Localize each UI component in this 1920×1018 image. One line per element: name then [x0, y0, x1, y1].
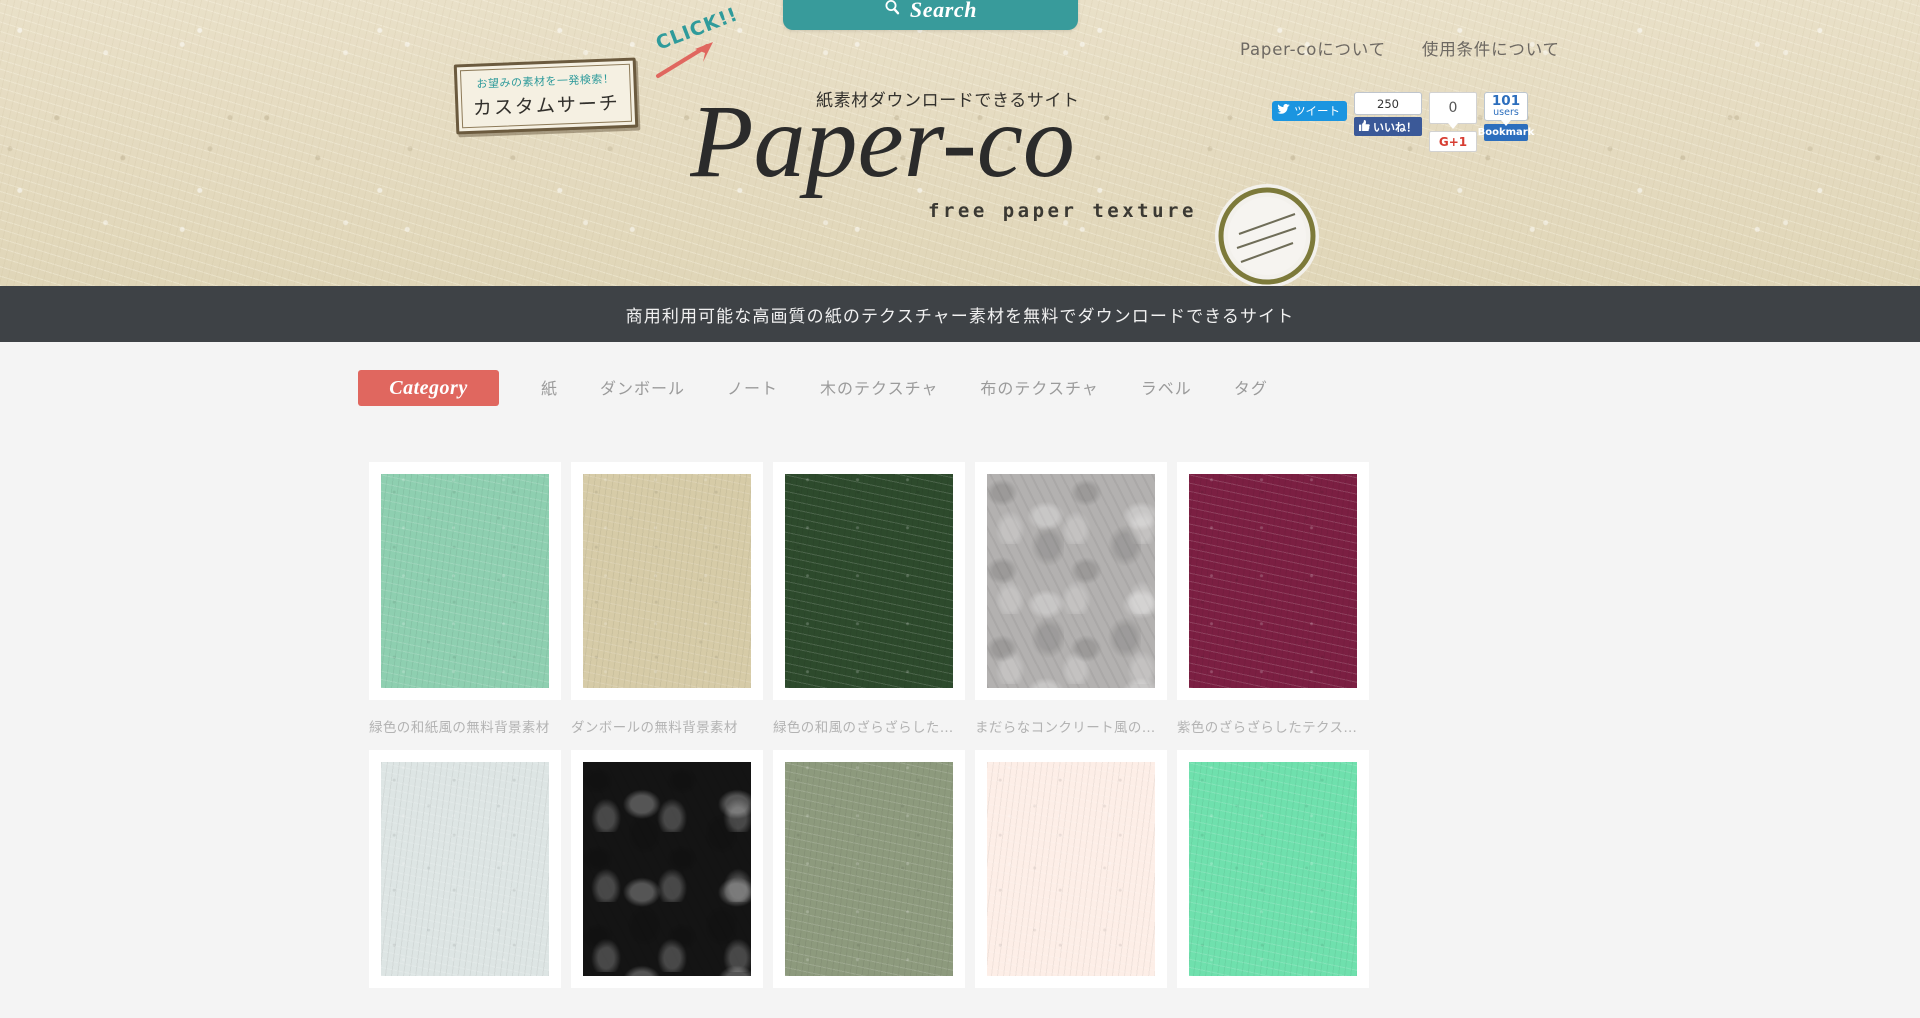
texture-thumbnail	[381, 762, 549, 976]
hatena-count-number: 101	[1485, 94, 1527, 108]
arrow-icon	[655, 36, 721, 85]
tagline-banner: 商用利用可能な高画質の紙のテクスチャー素材を無料でダウンロードできるサイト	[0, 286, 1920, 342]
category-bar: Category 紙 ダンボール ノート 木のテクスチャ 布のテクスチャ ラベル…	[0, 370, 1920, 410]
custom-search-box[interactable]: お望みの素材を一発検索！ カスタムサーチ	[454, 58, 639, 135]
header-nav: Paper-coについて 使用条件について	[1240, 36, 1560, 60]
texture-caption: まだらなコンクリート風の…	[975, 716, 1167, 736]
google-plus-count: 0	[1429, 92, 1477, 124]
category-label-pill[interactable]: Category	[358, 370, 499, 406]
texture-thumbnail	[1189, 762, 1357, 976]
site-header: Search CLICK!! お望みの素材を一発検索！ カスタムサーチ 紙素材ダ…	[0, 0, 1920, 286]
category-item-tag[interactable]: タグ	[1213, 375, 1289, 399]
texture-card-frame	[773, 750, 965, 988]
texture-thumbnail	[785, 762, 953, 976]
svg-text:Paper-co: Paper-co	[690, 88, 1075, 198]
category-item-cloth-texture[interactable]: 布のテクスチャ	[959, 375, 1119, 399]
category-item-note[interactable]: ノート	[706, 375, 799, 399]
texture-card-frame	[369, 750, 561, 988]
texture-card-frame	[1177, 750, 1369, 988]
texture-card-frame	[773, 462, 965, 700]
nav-link-terms[interactable]: 使用条件について	[1422, 36, 1560, 60]
texture-caption: 緑色の和紙風の無料背景素材	[369, 716, 561, 736]
texture-card[interactable]	[773, 750, 965, 1004]
texture-caption: 紫色のざらざらしたテクス…	[1177, 716, 1369, 736]
thumbs-up-icon	[1359, 120, 1370, 134]
search-button-inner: Search	[884, 0, 977, 23]
custom-search-title: カスタムサーチ	[458, 88, 635, 122]
texture-caption: ダンボールの無料背景素材	[571, 716, 763, 736]
google-plus-button[interactable]: G+1	[1429, 131, 1477, 152]
texture-card-frame	[975, 462, 1167, 700]
texture-card[interactable]: ダンボールの無料背景素材	[571, 462, 763, 736]
texture-card[interactable]: 紫色のざらざらしたテクス…	[1177, 462, 1369, 736]
texture-card[interactable]	[369, 750, 561, 1004]
search-icon	[884, 0, 901, 21]
hatena-count-unit: users	[1485, 108, 1527, 118]
texture-card-frame	[975, 750, 1167, 988]
tagline-banner-text: 商用利用可能な高画質の紙のテクスチャー素材を無料でダウンロードできるサイト	[626, 302, 1295, 327]
texture-thumbnail	[987, 474, 1155, 688]
google-plus-widget[interactable]: 0 G+1	[1429, 92, 1477, 152]
texture-thumbnail	[583, 474, 751, 688]
category-item-kami[interactable]: 紙	[520, 375, 579, 399]
category-label-text: Category	[389, 377, 467, 400]
facebook-like-label: いいね！	[1373, 119, 1417, 135]
search-button[interactable]: Search	[783, 0, 1078, 30]
nav-link-about[interactable]: Paper-coについて	[1240, 36, 1386, 60]
category-item-danboru[interactable]: ダンボール	[579, 375, 706, 399]
texture-card-frame	[571, 462, 763, 700]
texture-card[interactable]	[1177, 750, 1369, 1004]
paper-seal-icon	[1197, 178, 1337, 286]
texture-card-frame	[571, 750, 763, 988]
hatena-bookmark-widget[interactable]: 101 users Bookmark	[1484, 92, 1528, 141]
texture-thumbnail	[785, 474, 953, 688]
search-button-label: Search	[910, 0, 977, 23]
facebook-like-count: 250	[1354, 92, 1422, 115]
logo-wordmark: Paper-co	[690, 88, 1210, 198]
twitter-tweet-button[interactable]: ツイート	[1272, 101, 1347, 121]
texture-caption: 緑色の和風のざらざらした…	[773, 716, 965, 736]
hatena-bookmark-button[interactable]: Bookmark	[1484, 124, 1528, 141]
twitter-bird-icon	[1277, 104, 1290, 118]
texture-card[interactable]	[571, 750, 763, 1004]
social-buttons: ツイート 250 いいね！ 0 G+1 101 users	[1272, 92, 1528, 142]
category-item-label[interactable]: ラベル	[1120, 375, 1213, 399]
texture-card[interactable]: まだらなコンクリート風の…	[975, 462, 1167, 736]
category-item-wood-texture[interactable]: 木のテクスチャ	[799, 375, 959, 399]
texture-thumbnail	[1189, 474, 1357, 688]
texture-card[interactable]: 緑色の和紙風の無料背景素材	[369, 462, 561, 736]
logo-subtitle: free paper texture	[928, 200, 1197, 222]
category-links: 紙 ダンボール ノート 木のテクスチャ 布のテクスチャ ラベル タグ	[520, 375, 1289, 399]
texture-thumbnail	[987, 762, 1155, 976]
page-root: Search CLICK!! お望みの素材を一発検索！ カスタムサーチ 紙素材ダ…	[0, 0, 1920, 925]
texture-grid: 緑色の和紙風の無料背景素材 ダンボールの無料背景素材 緑色の和風のざらざらした……	[369, 462, 1369, 1018]
texture-card[interactable]: 緑色の和風のざらざらした…	[773, 462, 965, 736]
facebook-like-button[interactable]: いいね！	[1354, 117, 1422, 136]
texture-card-frame	[369, 462, 561, 700]
texture-thumbnail	[583, 762, 751, 976]
twitter-tweet-label: ツイート	[1294, 103, 1340, 119]
texture-card[interactable]	[975, 750, 1167, 1004]
facebook-like-widget[interactable]: 250 いいね！	[1354, 92, 1422, 136]
texture-thumbnail	[381, 474, 549, 688]
hatena-bookmark-count: 101 users	[1484, 92, 1528, 121]
texture-card-frame	[1177, 462, 1369, 700]
